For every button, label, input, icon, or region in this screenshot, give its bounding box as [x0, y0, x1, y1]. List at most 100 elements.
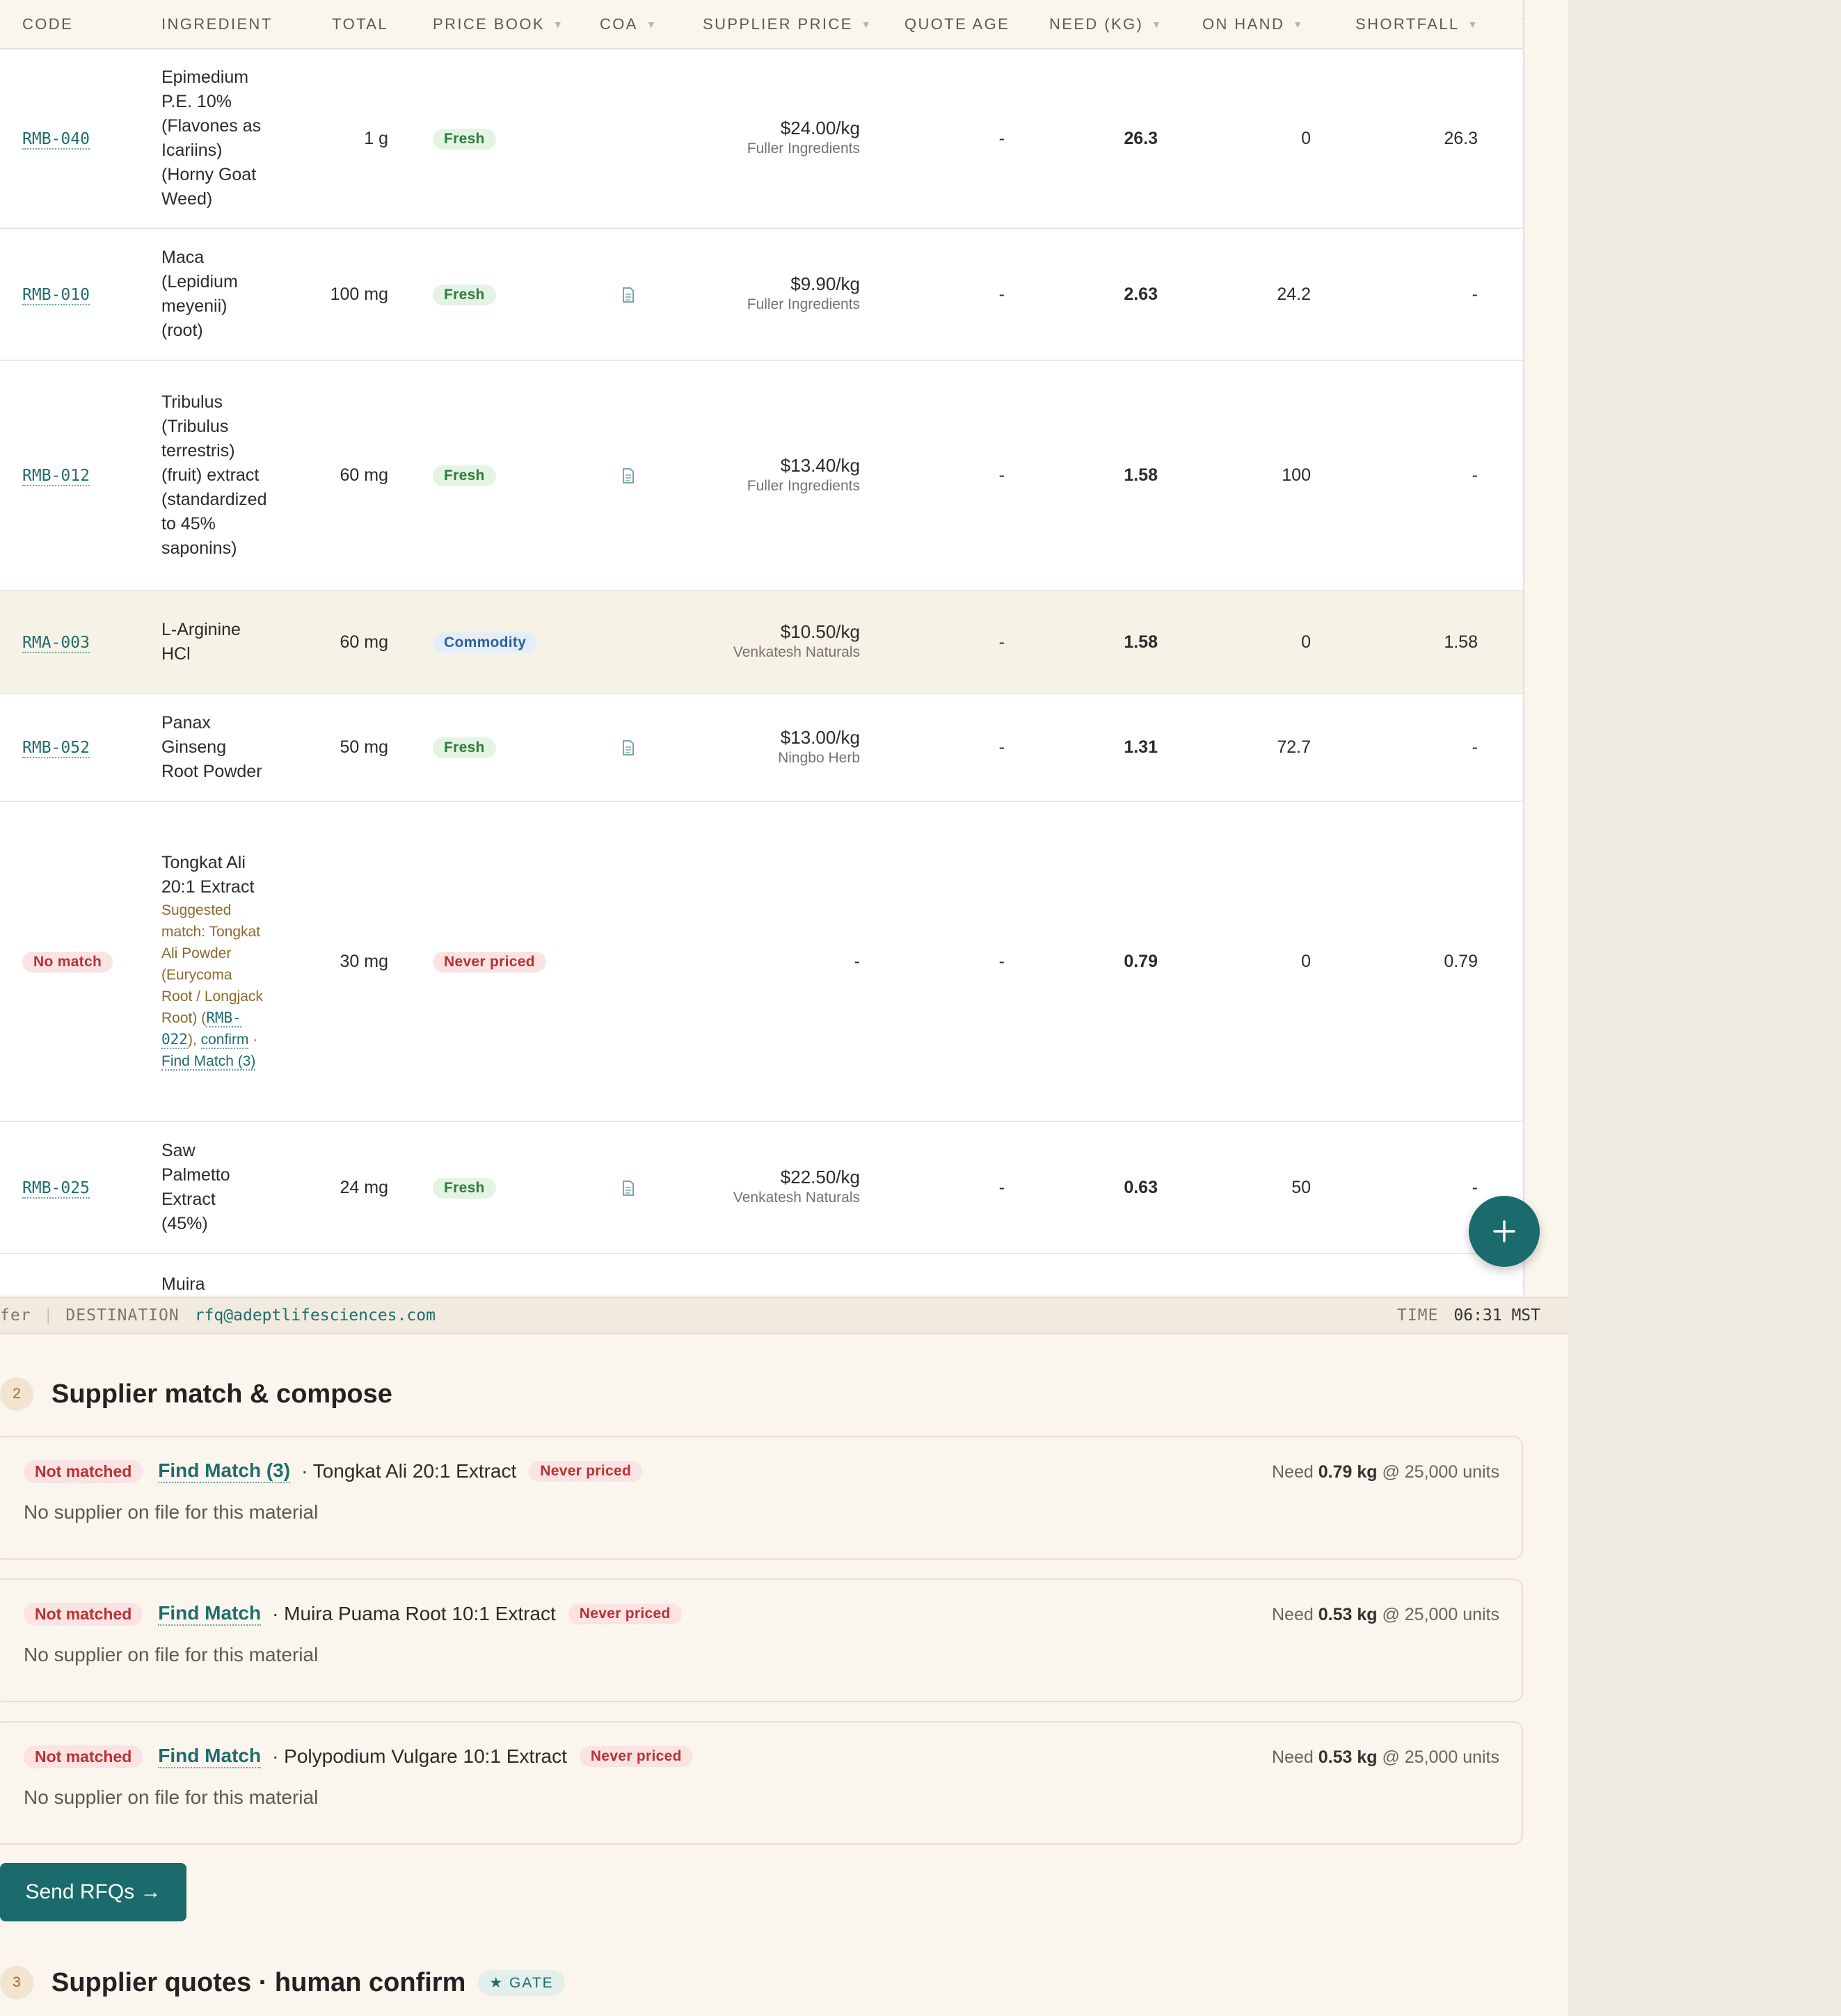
col-tiers[interactable]: TI [1500, 0, 1523, 49]
add-button[interactable] [1469, 1196, 1540, 1267]
table-row: RMB-012 Tribulus (Tribulus terrestris) (… [0, 360, 1523, 591]
tier-list: 5k2550 [1522, 713, 1523, 782]
price-book-badge: Fresh [433, 1177, 496, 1199]
supplier-price: $10.50/kg [780, 621, 860, 642]
document-icon[interactable] [622, 740, 635, 756]
total-amount: 60 mg [285, 360, 411, 591]
material-code-link[interactable]: RMB-025 [22, 1178, 90, 1199]
bom-table: CODE INGREDIENT TOTAL PRICE BOOK ▼ COA ▼ S… [0, 0, 1523, 1295]
need-summary: Need 0.79 kg @ 25,000 units [1272, 1462, 1499, 1482]
ingredient-name: Tribulus (Tribulus terrestris) (fruit) e… [161, 392, 267, 558]
caret-down-icon: ▼ [1293, 18, 1305, 30]
document-icon[interactable] [622, 287, 635, 303]
material-code-link[interactable]: RMA-003 [22, 633, 90, 653]
price-book-badge: Commodity [433, 632, 538, 653]
match-card: Not matched Find Match (3) · Tongkat Ali… [0, 1436, 1523, 1560]
shortfall: 26.3 [1333, 49, 1500, 229]
supplier-note: No supplier on file for this material [24, 1786, 319, 1808]
never-priced-badge: Never priced [568, 1603, 682, 1624]
match-card: Not matched Find Match · Muira Puama Roo… [0, 1578, 1523, 1702]
total-amount: 50 mg [285, 694, 411, 802]
material-code-link[interactable]: RMB-040 [22, 129, 90, 150]
table-header-row: CODE INGREDIENT TOTAL PRICE BOOK ▼ COA ▼ S… [0, 0, 1523, 49]
need-kg: 0.63 [1027, 1121, 1180, 1254]
caret-down-icon: ▼ [646, 18, 658, 30]
table-row: RMB-025 Saw Palmetto Extract (45%) 24 mg… [0, 1121, 1523, 1254]
send-rfqs-button[interactable]: Send RFQs → [0, 1863, 186, 1921]
material-code-link[interactable]: RMB-012 [22, 467, 90, 486]
shortfall: 0.79 [1333, 801, 1500, 1122]
never-priced-badge: Never priced [579, 1746, 693, 1767]
supplier-name: Fuller Ingredients [747, 477, 860, 494]
price-book-badge: Fresh [433, 284, 496, 305]
not-matched-badge: Not matched [24, 1745, 143, 1768]
table-row: RMB-010 Maca (Lepidium meyenii) (root) 1… [0, 228, 1523, 361]
col-need[interactable]: NEED (KG) ▼ [1027, 0, 1180, 49]
coa-cell [577, 801, 680, 1122]
on-hand: 72.7 [1180, 694, 1333, 802]
supplier-note: No supplier on file for this material [24, 1501, 319, 1523]
col-shortfall[interactable]: SHORTFALL ▼ [1333, 0, 1500, 49]
need-kg: 1.58 [1027, 591, 1180, 694]
destination-label: DESTINATION [65, 1306, 180, 1325]
ingredient-name: Maca (Lepidium meyenii) (root) [161, 248, 238, 340]
quote-age: - [882, 801, 1027, 1122]
find-match-link[interactable]: Find Match (3) [158, 1459, 291, 1483]
total-amount: 1 g [285, 49, 411, 229]
material-name: Tongkat Ali 20:1 Extract [312, 1460, 517, 1482]
need-summary: Need 0.53 kg @ 25,000 units [1272, 1747, 1499, 1767]
need-kg: 2.63 [1027, 228, 1180, 361]
shortfall: - [1333, 228, 1500, 361]
coa-cell [577, 49, 680, 229]
col-supplier-price[interactable]: SUPPLIER PRICE ▼ [680, 0, 882, 49]
separator: · [272, 1745, 279, 1767]
not-matched-badge: Not matched [24, 1602, 143, 1626]
find-match-link[interactable]: Find Match [158, 1602, 262, 1626]
col-coa[interactable]: COA ▼ [577, 0, 680, 49]
on-hand: 0 [1180, 591, 1333, 694]
quote-age: - [882, 591, 1027, 694]
suggested-match: Suggested match: Tongkat Ali Powder (Eur… [161, 902, 263, 1071]
table-row: RMA-003 L-Arginine HCl 60 mg Commodity $… [0, 591, 1523, 694]
need-summary: Need 0.53 kg @ 25,000 units [1272, 1605, 1499, 1624]
status-divider: | [43, 1306, 54, 1325]
find-match-link[interactable]: Find Match (3) [161, 1053, 256, 1071]
document-icon[interactable] [622, 468, 635, 484]
supplier-price: $22.50/kg [780, 1167, 860, 1187]
col-code[interactable]: CODE [0, 0, 139, 49]
page: CODE INGREDIENT TOTAL PRICE BOOK ▼ COA ▼ S… [0, 0, 1568, 2016]
supplier-name: Venkatesh Naturals [733, 1190, 860, 1206]
find-match-link[interactable]: Find Match [158, 1745, 262, 1768]
material-code-link[interactable]: RMB-052 [22, 739, 90, 758]
ingredient-name: Tongkat Ali 20:1 Extract [161, 853, 255, 897]
confirm-link[interactable]: confirm [200, 1032, 249, 1049]
total-amount: 24 mg [285, 1121, 411, 1254]
price-book-badge: Fresh [433, 737, 496, 758]
on-hand: 50 [1180, 1121, 1333, 1254]
never-priced-badge: Never priced [529, 1461, 643, 1482]
section-supplier-match: 2 Supplier match & compose [0, 1377, 392, 1411]
col-price-book[interactable]: PRICE BOOK ▼ [411, 0, 577, 49]
destination-email[interactable]: rfq@adeptlifesciences.com [195, 1306, 436, 1325]
ingredient-name: Muira [161, 1274, 205, 1294]
ingredient-name: L-Arginine HCl [161, 620, 241, 664]
match-card: Not matched Find Match · Polypodium Vulg… [0, 1721, 1523, 1845]
col-total[interactable]: TOTAL [285, 0, 411, 49]
col-ingredient[interactable]: INGREDIENT [139, 0, 285, 49]
tier-list: 5k2550 [1522, 608, 1523, 677]
separator: · [272, 1603, 279, 1624]
material-code-link[interactable]: RMB-010 [22, 285, 90, 305]
document-icon[interactable] [622, 1180, 635, 1196]
table-row: No match Tongkat Ali 20:1 Extract Sugges… [0, 801, 1523, 1122]
not-matched-badge: Not matched [24, 1459, 143, 1483]
section-supplier-quotes: 3 Supplier quotes · human confirm ★ GATE [0, 1966, 565, 1999]
quote-age: - [882, 1121, 1027, 1254]
step-number: 3 [0, 1966, 33, 1999]
need-kg: 1.58 [1027, 360, 1180, 591]
col-on-hand[interactable]: ON HAND ▼ [1180, 0, 1333, 49]
quote-age: - [882, 694, 1027, 802]
section-title: Supplier match & compose [51, 1379, 392, 1409]
status-fragment: fer [0, 1306, 31, 1325]
tier-list: - [1522, 950, 1523, 973]
col-quote-age[interactable]: QUOTE AGE [882, 0, 1027, 49]
